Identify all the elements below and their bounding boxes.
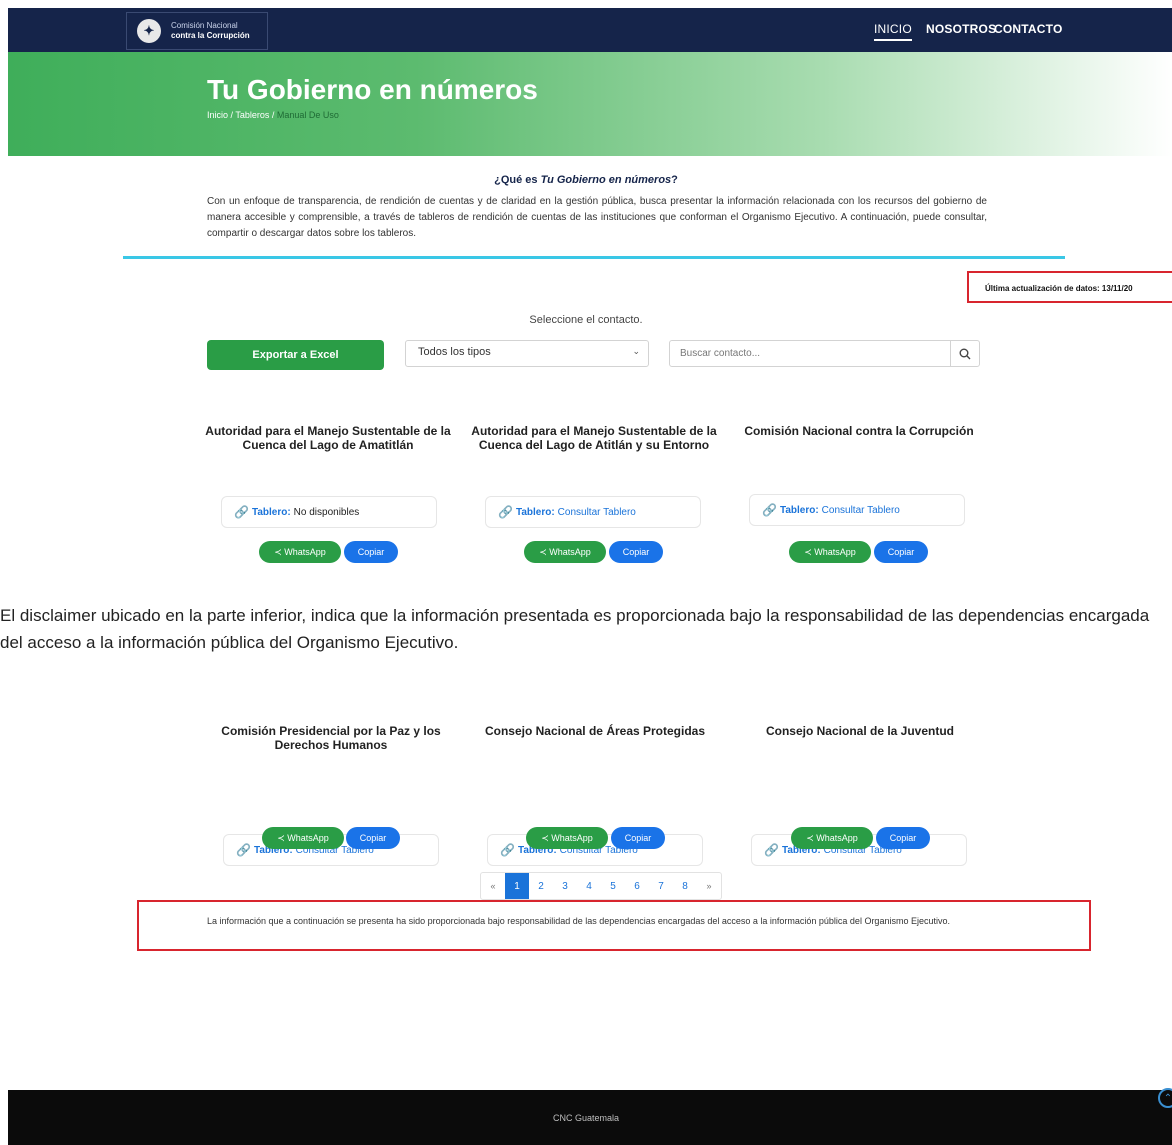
search-button[interactable] (950, 341, 979, 366)
pagination-page[interactable]: 3 (553, 873, 577, 899)
search-placeholder: Buscar contacto... (680, 348, 761, 359)
card-title: Consejo Nacional de la Juventud (765, 724, 955, 738)
pagination-page[interactable]: 5 (601, 873, 625, 899)
pagination-page[interactable]: 6 (625, 873, 649, 899)
whatsapp-button[interactable]: ≺ WhatsApp (259, 541, 341, 563)
pagination-page[interactable]: 4 (577, 873, 601, 899)
type-select[interactable]: Todos los tipos ⌄ (405, 340, 649, 367)
pagination-page[interactable]: 1 (505, 873, 529, 899)
pagination-page[interactable]: 7 (649, 873, 673, 899)
logo[interactable]: ✦ Comisión Nacional contra la Corrupción (126, 12, 268, 50)
link-icon: 🔗 (762, 503, 777, 517)
navbar: ✦ Comisión Nacional contra la Corrupción… (8, 8, 1172, 52)
document-paragraph: El disclaimer ubicado en la parte inferi… (0, 606, 1150, 652)
page-title: Tu Gobierno en números (207, 74, 538, 105)
about-heading-suffix: ? (671, 174, 678, 186)
copy-button[interactable]: Copiar (609, 541, 663, 563)
tablero-box: 🔗 Tablero: No disponibles (221, 496, 437, 528)
nav-inicio[interactable]: INICIO (874, 22, 912, 41)
whatsapp-label: WhatsApp (816, 833, 858, 843)
pagination-next[interactable]: » (697, 873, 721, 899)
divider (123, 256, 1065, 259)
copy-button[interactable]: Copiar (346, 827, 400, 849)
last-update-text: Última actualización de datos: 13/11/20 (985, 284, 1133, 293)
pagination: « 1 2 3 4 5 6 7 8 » (480, 872, 722, 900)
share-icon: ≺ (804, 546, 815, 557)
logo-line-1: Comisión Nacional (171, 21, 238, 30)
whatsapp-label: WhatsApp (551, 833, 593, 843)
search-input[interactable]: Buscar contacto... (669, 340, 980, 367)
copy-button[interactable]: Copiar (611, 827, 665, 849)
logo-line-2: contra la Corrupción (171, 31, 250, 40)
about-heading-em: Tu Gobierno en números (540, 174, 672, 186)
tablero-label: Tablero: (251, 506, 291, 518)
export-excel-button[interactable]: Exportar a Excel (207, 340, 384, 370)
tablero-value: No disponibles (293, 506, 360, 518)
whatsapp-label: WhatsApp (284, 547, 326, 557)
share-icon: ≺ (541, 832, 552, 843)
tablero-link[interactable]: Consultar Tablero (822, 505, 900, 516)
link-icon: 🔗 (236, 843, 251, 857)
tablero-label: Tablero: (515, 506, 555, 518)
select-contact-label: Seleccione el contacto. (529, 314, 643, 326)
tablero-box: 🔗 Tablero: Consultar Tablero (749, 494, 965, 526)
about-heading: ¿Qué es Tu Gobierno en números? (0, 174, 1172, 186)
card-title: Comisión Presidencial por la Paz y los D… (221, 724, 441, 752)
pagination-page[interactable]: 8 (673, 873, 697, 899)
breadcrumb-current: Manual De Uso (276, 110, 339, 120)
whatsapp-label: WhatsApp (287, 833, 329, 843)
whatsapp-button[interactable]: ≺ WhatsApp (262, 827, 344, 849)
footer-text: CNC Guatemala (552, 1113, 620, 1123)
share-icon: ≺ (274, 546, 285, 557)
chevron-down-icon: ⌄ (632, 346, 640, 356)
nav-nosotros[interactable]: NOSOTROS (926, 22, 996, 36)
link-icon: 🔗 (234, 505, 249, 519)
about-text: Con un enfoque de transparencia, de rend… (207, 196, 987, 239)
whatsapp-label: WhatsApp (814, 547, 856, 557)
breadcrumb: Inicio / Tableros / Manual De Uso (207, 110, 339, 120)
pagination-prev[interactable]: « (481, 873, 505, 899)
tablero-link[interactable]: Consultar Tablero (558, 507, 636, 518)
share-icon: ≺ (277, 832, 288, 843)
whatsapp-button[interactable]: ≺ WhatsApp (791, 827, 873, 849)
link-icon: 🔗 (500, 843, 515, 857)
whatsapp-button[interactable]: ≺ WhatsApp (789, 541, 871, 563)
tablero-box: 🔗 Tablero: Consultar Tablero (485, 496, 701, 528)
copy-button[interactable]: Copiar (876, 827, 930, 849)
nav-contacto[interactable]: CONTACTO (994, 22, 1063, 36)
link-icon: 🔗 (764, 843, 779, 857)
share-icon: ≺ (806, 832, 817, 843)
coat-of-arms-icon: ✦ (137, 19, 161, 43)
disclaimer-text: La información que a continuación se pre… (207, 916, 950, 926)
search-icon (959, 348, 971, 359)
hero-banner (8, 52, 1172, 156)
copy-button[interactable]: Copiar (874, 541, 928, 563)
copy-button[interactable]: Copiar (344, 541, 398, 563)
card-title: Comisión Nacional contra la Corrupción (744, 424, 974, 438)
card-title: Autoridad para el Manejo Sustentable de … (471, 424, 717, 452)
whatsapp-label: WhatsApp (549, 547, 591, 557)
about-heading-prefix: ¿Qué es (494, 174, 541, 186)
link-icon: 🔗 (498, 505, 513, 519)
whatsapp-button[interactable]: ≺ WhatsApp (526, 827, 608, 849)
type-select-value: Todos los tipos (418, 346, 491, 358)
card-title: Consejo Nacional de Áreas Protegidas (484, 724, 706, 738)
share-icon: ≺ (539, 546, 550, 557)
tablero-label: Tablero: (779, 504, 819, 516)
whatsapp-button[interactable]: ≺ WhatsApp (524, 541, 606, 563)
card-title: Autoridad para el Manejo Sustentable de … (205, 424, 451, 452)
scroll-top-icon[interactable]: ⌃ (1158, 1088, 1172, 1108)
breadcrumb-path[interactable]: Inicio / Tableros / (207, 110, 277, 120)
pagination-page[interactable]: 2 (529, 873, 553, 899)
